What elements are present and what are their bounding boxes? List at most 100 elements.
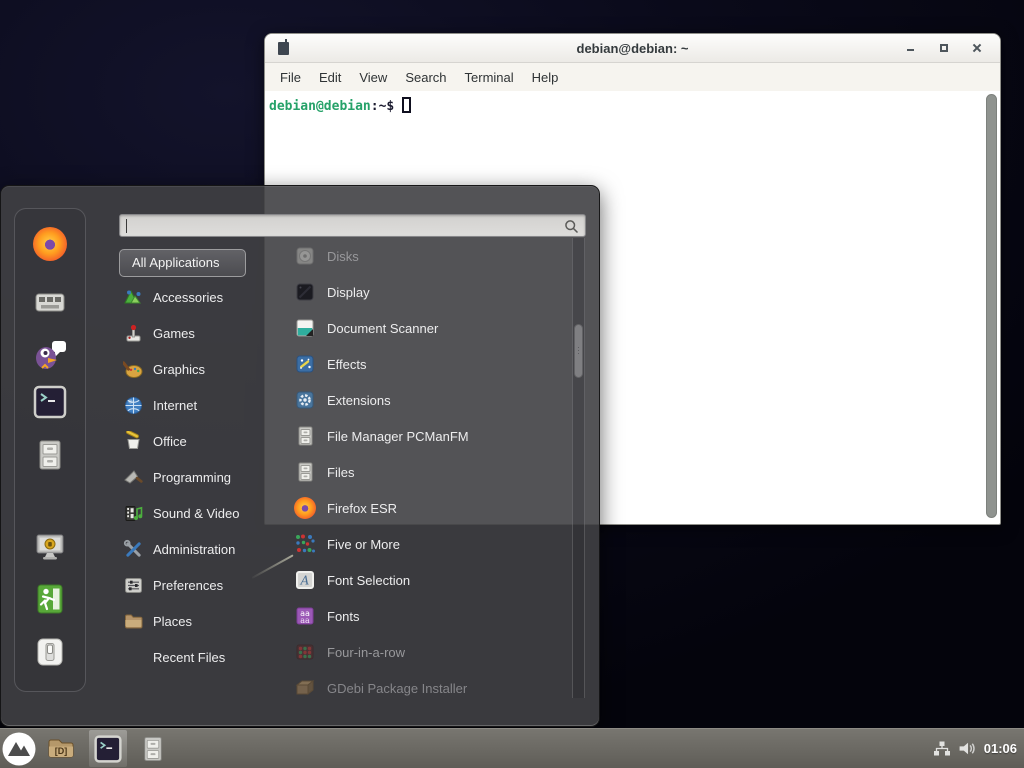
category-office[interactable]: Office: [123, 423, 288, 459]
app-display[interactable]: Display: [269, 274, 572, 310]
system-tray: 01:06: [933, 740, 1024, 757]
maximize-icon[interactable]: [939, 43, 949, 53]
display-icon: [294, 281, 316, 303]
menu-file[interactable]: File: [271, 66, 310, 89]
preferences-icon: [123, 575, 144, 596]
fonts-icon: aa aa: [294, 605, 316, 627]
app-label: GDebi Package Installer: [327, 681, 467, 696]
shutdown-icon[interactable]: [33, 635, 67, 669]
network-icon[interactable]: [933, 740, 951, 757]
category-games[interactable]: Games: [123, 315, 288, 351]
programming-icon: [123, 467, 144, 488]
lock-screen-icon[interactable]: [33, 530, 67, 564]
extensions-icon: [294, 389, 316, 411]
window-controls: [906, 43, 1000, 53]
app-label: Document Scanner: [327, 321, 438, 336]
svg-text:A: A: [300, 574, 310, 588]
folder-badge: [D]: [46, 746, 76, 756]
menu-scrollbar[interactable]: [572, 238, 585, 698]
svg-text:aa: aa: [300, 616, 310, 625]
app-label: Firefox ESR: [327, 501, 397, 516]
file-cabinet-icon[interactable]: [33, 438, 67, 472]
office-icon: [123, 431, 144, 452]
category-graphics[interactable]: Graphics: [123, 351, 288, 387]
category-label: Recent Files: [153, 650, 225, 665]
logout-icon[interactable]: [33, 582, 67, 616]
document-scanner-icon: [294, 317, 316, 339]
category-internet[interactable]: Internet: [123, 387, 288, 423]
menu-help[interactable]: Help: [523, 66, 568, 89]
category-administration[interactable]: Administration: [123, 531, 288, 567]
gdebi-icon: [294, 677, 316, 698]
app-firefox-esr[interactable]: Firefox ESR: [269, 490, 572, 526]
places-icon: [123, 611, 144, 632]
app-label: Four-in-a-row: [327, 645, 405, 660]
category-programming[interactable]: Programming: [123, 459, 288, 495]
app-label: Effects: [327, 357, 367, 372]
app-font-selection[interactable]: A Font Selection: [269, 562, 572, 598]
terminal-title: debian@debian: ~: [265, 41, 1000, 56]
category-label: Games: [153, 326, 195, 341]
app-effects[interactable]: Effects: [269, 346, 572, 382]
category-accessories[interactable]: Accessories: [123, 279, 288, 315]
recent-files-spacer: [123, 647, 144, 668]
close-icon[interactable]: [972, 43, 982, 53]
app-gdebi-package-installer[interactable]: GDebi Package Installer: [269, 670, 572, 698]
app-extensions[interactable]: Extensions: [269, 382, 572, 418]
firefox-icon[interactable]: [33, 227, 67, 261]
app-fonts[interactable]: aa aa Fonts: [269, 598, 572, 634]
menu-edit[interactable]: Edit: [310, 66, 350, 89]
firefox-esr-icon: [294, 497, 316, 519]
app-label: Font Selection: [327, 573, 410, 588]
category-label: Office: [153, 434, 187, 449]
category-places[interactable]: Places: [123, 603, 288, 639]
search-input[interactable]: [119, 214, 586, 237]
five-or-more-icon: [294, 533, 316, 555]
clock[interactable]: 01:06: [984, 741, 1017, 756]
category-label: Administration: [153, 542, 235, 557]
category-sound-video[interactable]: Sound & Video: [123, 495, 288, 531]
menu-button[interactable]: [2, 732, 36, 766]
app-files[interactable]: Files: [269, 454, 572, 490]
app-document-scanner[interactable]: Document Scanner: [269, 310, 572, 346]
terminal-scrollbar[interactable]: [986, 94, 997, 518]
menu-scrollbar-thumb[interactable]: [574, 324, 583, 378]
minimize-icon[interactable]: [906, 43, 916, 53]
volume-icon[interactable]: [958, 740, 977, 757]
app-four-in-a-row[interactable]: Four-in-a-row: [269, 634, 572, 670]
menu-terminal[interactable]: Terminal: [456, 66, 523, 89]
category-label: Programming: [153, 470, 231, 485]
file-manager-icon: [294, 425, 316, 447]
terminal-titlebar[interactable]: debian@debian: ~: [265, 34, 1000, 63]
category-label: Places: [153, 614, 192, 629]
app-file-manager-pcmanfm[interactable]: File Manager PCManFM: [269, 418, 572, 454]
terminal-scrollbar-thumb[interactable]: [986, 94, 997, 518]
app-five-or-more[interactable]: Five or More: [269, 526, 572, 562]
app-label: Extensions: [327, 393, 391, 408]
accessories-icon: [123, 287, 144, 308]
category-recent-files[interactable]: Recent Files: [123, 639, 288, 675]
category-label: Accessories: [153, 290, 223, 305]
search-icon: [564, 219, 579, 234]
taskbar-cabinet-button[interactable]: [139, 735, 167, 763]
all-applications-button[interactable]: All Applications: [119, 249, 246, 277]
taskbar-file-manager-button[interactable]: [D]: [46, 734, 76, 764]
app-label: Files: [327, 465, 354, 480]
graphics-icon: [123, 359, 144, 380]
keyboard-icon[interactable]: [33, 285, 67, 319]
taskbar: [D] 01:06: [0, 728, 1024, 768]
category-label: Preferences: [153, 578, 223, 593]
app-label: Display: [327, 285, 370, 300]
taskbar-terminal-icon: [94, 735, 122, 763]
menu-view[interactable]: View: [350, 66, 396, 89]
font-selection-icon: A: [294, 569, 316, 591]
terminal-cursor: [402, 97, 411, 113]
pidgin-icon[interactable]: [33, 337, 67, 371]
application-list: Disks Display Document Scanner: [269, 238, 572, 698]
terminal-launcher-icon[interactable]: [33, 385, 67, 419]
favorites-panel: [14, 208, 86, 692]
menu-search[interactable]: Search: [396, 66, 455, 89]
app-disks[interactable]: Disks: [269, 238, 572, 274]
taskbar-terminal-button[interactable]: [89, 730, 127, 767]
scrollbar-grip: [578, 347, 579, 355]
